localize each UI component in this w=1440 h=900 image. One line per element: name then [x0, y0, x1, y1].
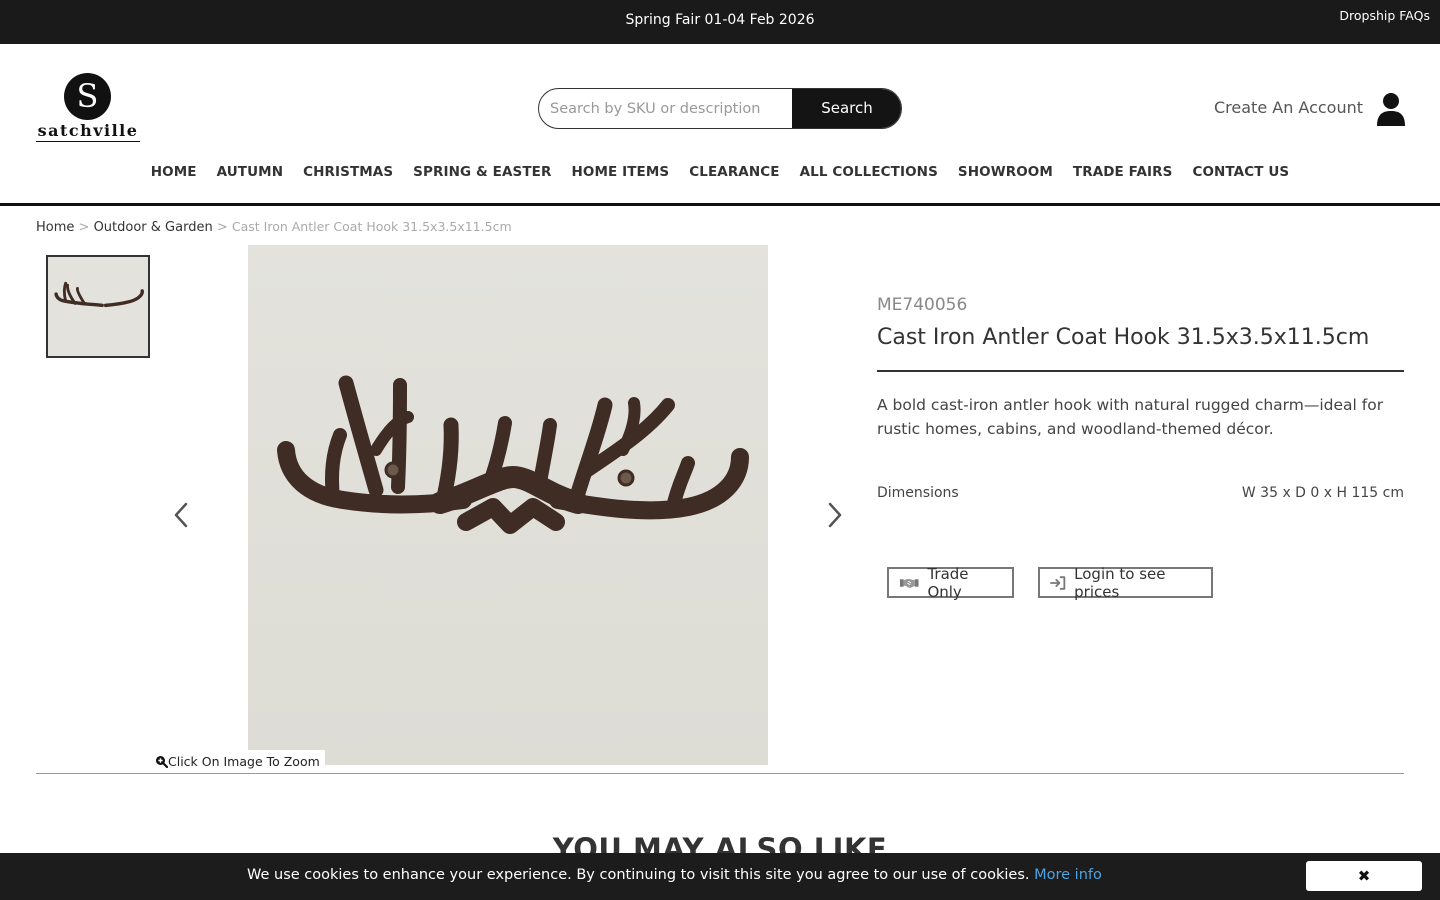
antler-thumbnail-image — [54, 281, 145, 308]
cookie-banner: We use cookies to enhance your experienc… — [0, 853, 1440, 900]
breadcrumb-separator: > — [216, 220, 228, 235]
section-divider — [36, 773, 1404, 774]
product-sku: ME740056 — [877, 295, 968, 315]
product-description: A bold cast-iron antler hook with natura… — [877, 396, 1384, 438]
login-to-see-prices-label: Login to see prices — [1074, 564, 1166, 601]
product-title: Cast Iron Antler Coat Hook 31.5x3.5x11.5… — [877, 325, 1370, 350]
announcement-bar: Spring Fair 01-04 Feb 2026 Dropship FAQs — [0, 0, 1440, 44]
logo-wordmark: satchville — [36, 121, 140, 142]
breadcrumb-current: Cast Iron Antler Coat Hook 31.5x3.5x11.5… — [231, 219, 512, 234]
title-divider — [877, 370, 1404, 372]
nav-item-home[interactable]: HOME — [151, 164, 197, 184]
create-account-link[interactable]: Create An Account — [1214, 98, 1363, 117]
cookie-more-info-link[interactable]: More info — [1034, 867, 1102, 883]
dropship-faqs-link[interactable]: Dropship FAQs — [1339, 8, 1430, 23]
cookie-message: We use cookies to enhance your experienc… — [247, 867, 1102, 883]
nav-item-showroom[interactable]: SHOWROOM — [958, 164, 1053, 184]
main-nav: HOME AUTUMN CHRISTMAS SPRING & EASTER HO… — [0, 164, 1440, 184]
nav-item-contact-us[interactable]: CONTACT US — [1192, 164, 1289, 184]
nav-item-trade-fairs[interactable]: TRADE FAIRS — [1073, 164, 1173, 184]
nav-item-clearance[interactable]: CLEARANCE — [689, 164, 779, 184]
trade-only-label: Trade Only — [927, 564, 969, 601]
chevron-left-icon[interactable] — [169, 500, 193, 530]
trade-only-button[interactable]: Trade Only — [887, 564, 1014, 601]
nav-item-autumn[interactable]: AUTUMN — [217, 164, 284, 184]
login-to-see-prices-button[interactable]: Login to see prices — [1038, 564, 1213, 601]
antler-hook-image — [277, 375, 749, 534]
zoom-hint[interactable]: Click On Image To Zoom — [153, 750, 325, 774]
site-logo[interactable]: S satchville — [36, 73, 140, 145]
logo-monogram: S — [64, 73, 111, 120]
dimensions-value: W 35 x D 0 x H 115 cm — [1241, 485, 1404, 501]
cookie-message-text: We use cookies to enhance your experienc… — [247, 867, 1030, 883]
dimensions-label: Dimensions — [877, 485, 959, 501]
breadcrumb-category[interactable]: Outdoor & Garden — [94, 220, 213, 235]
search-button[interactable]: Search — [792, 89, 901, 128]
nav-item-home-items[interactable]: HOME ITEMS — [571, 164, 669, 184]
search-bar: Search — [538, 88, 902, 129]
header-divider — [0, 203, 1440, 206]
breadcrumb-separator: > — [78, 220, 90, 235]
product-main-image[interactable] — [248, 245, 768, 765]
breadcrumb: Home > Outdoor & Garden > Cast Iron Antl… — [36, 219, 512, 235]
nav-item-all-collections[interactable]: ALL COLLECTIONS — [800, 164, 938, 184]
breadcrumb-home[interactable]: Home — [36, 220, 74, 235]
user-icon[interactable] — [1376, 92, 1406, 126]
zoom-in-icon — [156, 756, 169, 769]
nav-item-christmas[interactable]: CHRISTMAS — [303, 164, 393, 184]
handshake-icon — [899, 578, 919, 588]
search-input[interactable] — [539, 89, 792, 128]
nav-item-spring-easter[interactable]: SPRING & EASTER — [413, 164, 551, 184]
chevron-right-icon[interactable] — [823, 500, 847, 530]
announcement-text: Spring Fair 01-04 Feb 2026 — [625, 12, 815, 28]
cookie-close-button[interactable]: ✖ — [1306, 861, 1422, 891]
zoom-hint-label: Click On Image To Zoom — [168, 754, 320, 769]
product-thumbnail[interactable] — [46, 255, 150, 358]
sign-in-icon — [1050, 575, 1066, 590]
